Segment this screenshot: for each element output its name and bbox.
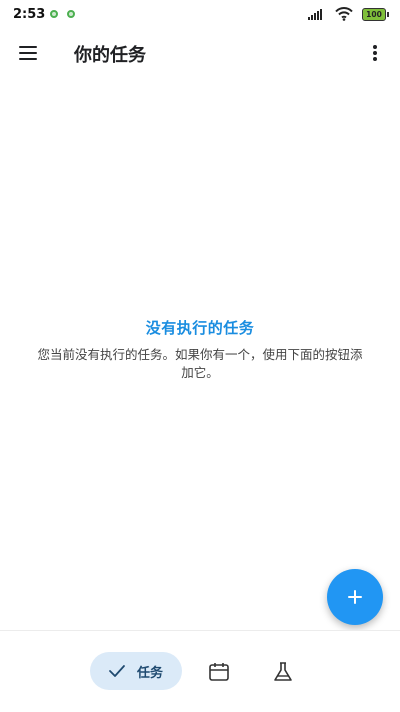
more-vertical-icon[interactable] [360,36,390,70]
hamburger-menu-icon[interactable] [10,36,46,70]
status-bar: 2:53 100 [0,0,400,30]
wifi-icon [335,7,353,21]
nav-item-tasks-label: 任务 [137,666,164,681]
bottom-navigation: 任务 [0,630,400,712]
empty-state-description: 您当前没有执行的任务。如果你有一个，使用下面的按钮添加它。 [37,347,363,380]
app-bar: 你的任务 [0,30,400,76]
check-icon [109,665,125,677]
add-task-button[interactable] [327,569,383,625]
notification-icon [50,10,58,18]
battery-level: 100 [366,10,382,19]
flask-icon[interactable] [272,661,294,683]
battery-icon: 100 [362,8,389,21]
page-title: 你的任务 [74,45,146,66]
empty-state: 没有执行的任务 您当前没有执行的任务。如果你有一个，使用下面的按钮添加它。 [20,317,380,382]
notification-icon [67,10,75,18]
calendar-icon[interactable] [208,662,230,682]
nav-item-tasks[interactable]: 任务 [90,652,182,690]
empty-state-title: 没有执行的任务 [145,319,255,337]
signal-icon [308,8,326,20]
status-time: 2:53 [13,7,46,22]
